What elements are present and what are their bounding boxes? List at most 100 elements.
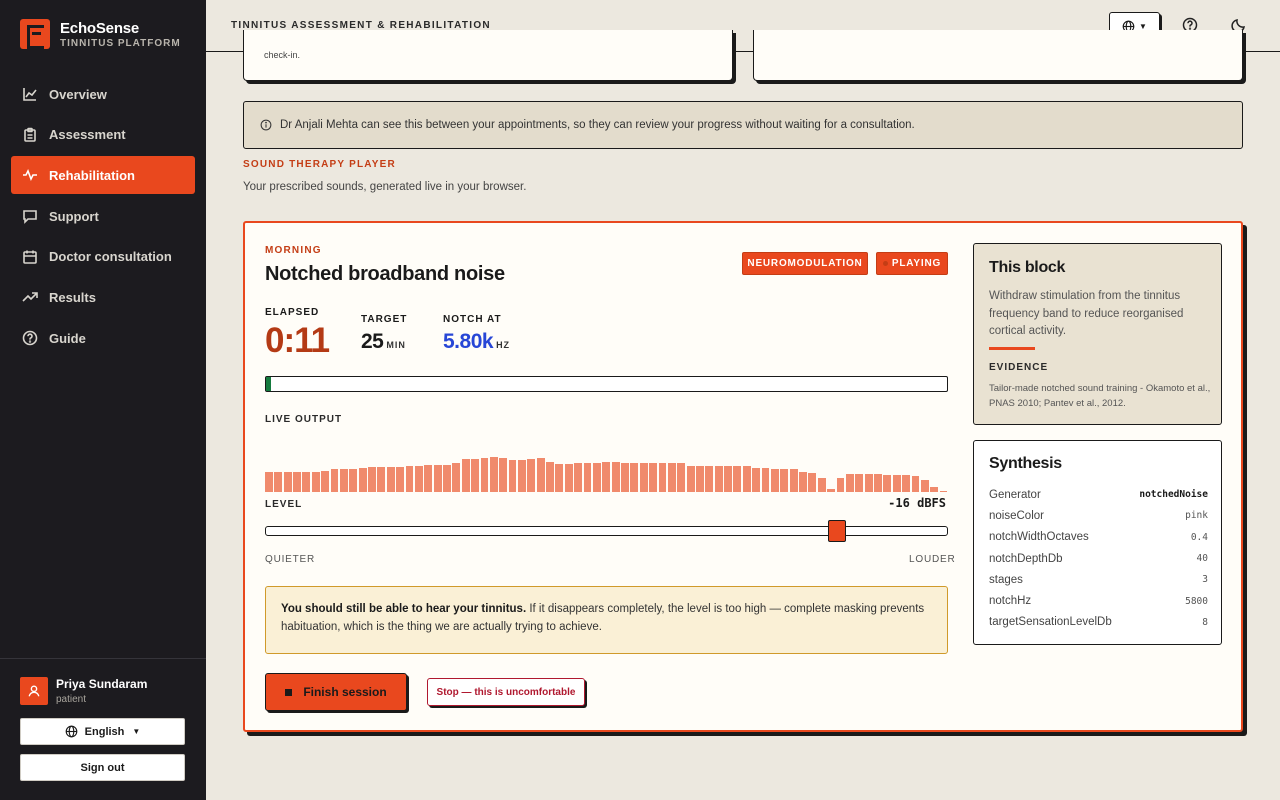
spectrum-bar [499,458,508,492]
spectrum-bar [724,465,732,492]
section-subtitle: Your prescribed sounds, generated live i… [243,181,527,193]
spectrum-bar [817,477,826,492]
spectrum-bar [696,465,704,492]
info-card-title: This block [989,259,1066,276]
synthesis-card: Synthesis Generator notchedNoise noiseCol… [973,440,1222,645]
finish-session-button[interactable]: Finish session [265,673,407,711]
stop-icon [285,688,293,696]
spectrum-bar [592,463,601,492]
spectrum-bar [649,463,658,492]
spectrum-bar [686,465,695,492]
signout-button[interactable]: Sign out [20,754,185,781]
synthesis-row: targetSensationLevelDb 8 [989,612,1208,633]
target-unit: MIN [386,340,406,350]
calendar-icon [22,249,38,265]
sidebar-item-support[interactable]: Support [11,197,195,235]
spectrum-bar [808,472,817,492]
sidebar-item-overview[interactable]: Overview [11,75,195,113]
spectrum-bar [311,471,320,492]
clipboard-icon [22,127,38,143]
spectrum-bar [714,465,723,492]
spectrum-bar [424,464,433,492]
accent-divider [989,347,1035,350]
brand-subtitle: TINNITUS PLATFORM [60,37,181,49]
spectrum-bar [883,475,892,492]
spectrum-bar [780,468,789,492]
spectrum-bar [639,463,648,492]
sound-therapy-player: MORNING Notched broadband noise NEUROMOD… [243,221,1243,732]
quieter-label: QUIETER [265,554,316,565]
spectrum-bar [874,474,882,492]
spectrum-bar [283,471,292,492]
spectrum-bar [770,468,779,492]
spectrum-bar [330,468,339,492]
spectrum-bar [892,475,901,492]
session-progress-bar [265,376,948,392]
sidebar-item-results[interactable]: Results [11,278,195,316]
spectrum-bar [930,487,939,492]
stop-uncomfortable-button[interactable]: Stop — this is uncomfortable [427,678,585,706]
spectrum-bar [855,474,864,492]
notch-number: 5.80k [443,330,494,353]
param-value: 0.4 [1190,531,1208,543]
language-label: English [84,725,125,738]
summary-card-left: check-in. [243,30,733,81]
synthesis-row: noiseColor pink [989,505,1208,526]
brand[interactable]: EchoSense TINNITUS PLATFORM [20,19,181,49]
language-select[interactable]: English ▼ [20,718,185,745]
target-value: 25 MIN [361,330,406,354]
level-value: -16 [888,496,910,510]
sidebar-item-rehabilitation[interactable]: Rehabilitation [11,156,195,195]
notch-value: 5.80k HZ [443,330,510,354]
spectrum-bar [836,477,845,492]
level-slider[interactable] [265,520,948,542]
session-slot: MORNING [265,245,322,256]
card-text: check-in. [264,50,301,60]
louder-label: LOUDER [909,554,956,565]
globe-icon [65,725,78,738]
sidebar-item-assessment[interactable]: Assessment [11,116,195,154]
sidebar-item-doctor-consultation[interactable]: Doctor consultation [11,238,195,276]
synthesis-row: Generator notchedNoise [989,484,1208,505]
spectrum-bar [302,471,311,492]
spectrum-bar [396,466,405,492]
spectrum-bar [368,466,376,492]
spectrum-bar [902,475,910,492]
level-slider-thumb[interactable] [828,520,847,542]
spectrum-bar [414,465,423,492]
spectrum-bar [630,463,639,492]
spectrum-bar [611,461,620,492]
help-circle-icon [22,330,38,346]
spectrum-bar [480,458,489,492]
evidence-label: EVIDENCE [989,362,1049,373]
param-value: 40 [1196,553,1208,565]
spectrum-bar [452,463,461,492]
spectrum-bar [761,468,770,492]
block-info-card: This block Withdraw stimulation from the… [973,243,1222,425]
progress-fill [266,377,271,391]
section-title: SOUND THERAPY PLAYER [243,159,396,170]
sidebar-item-guide[interactable]: Guide [11,319,195,357]
spectrum-bar [658,463,667,492]
sidebar-item-label: Doctor consultation [49,249,172,265]
spectrum-bar [574,463,583,492]
caret-down-icon: ▼ [132,727,141,736]
synthesis-row: notchHz 5800 [989,590,1208,611]
chat-bubble-icon [22,208,38,224]
level-readout: -16 dBFS [888,496,946,510]
avatar [20,677,48,705]
synthesis-row: notchDepthDb 40 [989,548,1208,569]
notch-label: NOTCH AT [443,314,502,325]
spectrum-bar [274,471,283,492]
user-role: patient [56,694,87,705]
sidebar-item-label: Guide [49,330,86,346]
sidebar-item-label: Rehabilitation [49,167,135,183]
spectrum-bar [405,465,414,492]
spectrum-bar [349,468,358,492]
notice-text: Dr Anjali Mehta can see this between you… [280,119,915,131]
user-name: Priya Sundaram [56,677,148,691]
spectrum-bar [864,474,873,492]
target-number: 25 [361,330,384,353]
info-card-body: Withdraw stimulation from the tinnitus f… [989,290,1184,337]
live-output-spectrum [265,444,949,492]
